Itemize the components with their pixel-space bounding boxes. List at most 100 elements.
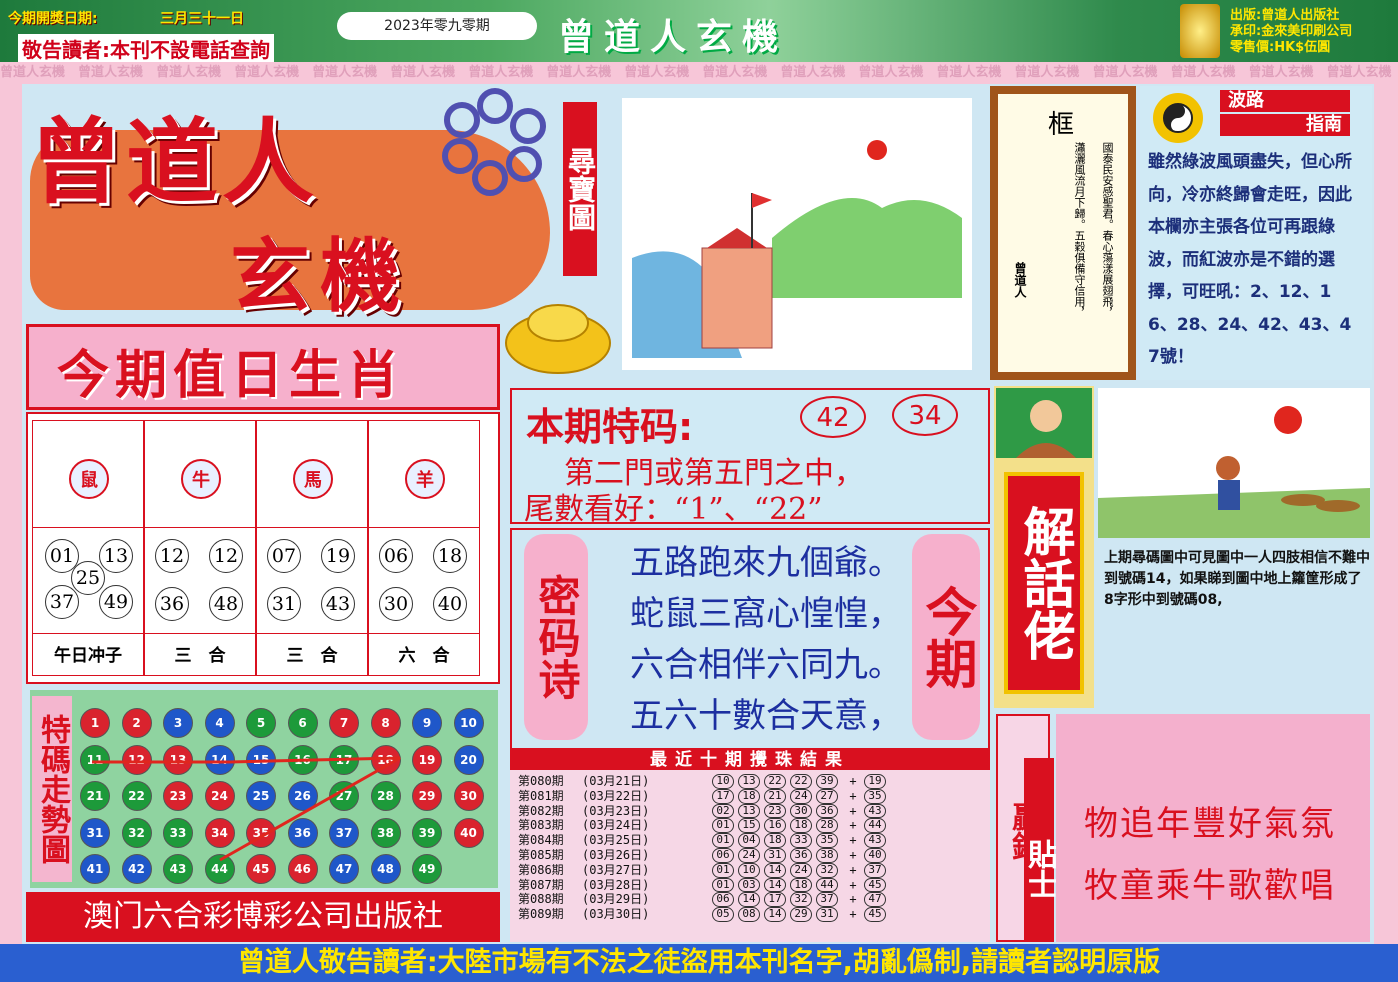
zodiac-number: 13 — [99, 539, 133, 573]
result-number: 18 — [790, 818, 812, 834]
result-number: 15 — [738, 818, 760, 834]
result-number: 24 — [790, 788, 812, 804]
result-number: 32 — [790, 892, 812, 908]
trend-ball: 4 — [204, 708, 235, 738]
result-date: (03月21日) — [582, 774, 650, 788]
money-panel: 物追年豐好氣氛 牧童乘牛歌歡唱 — [1056, 714, 1370, 942]
zodiac-title: 今期值日生肖 — [57, 346, 406, 406]
poem-left-tag: 密码诗 — [524, 534, 588, 740]
poem-right-tag: 今期 — [912, 534, 980, 740]
result-date: (03月30日) — [582, 907, 650, 922]
zodiac-note: 三 合 — [286, 646, 338, 666]
result-special: 44 — [864, 818, 886, 834]
result-number: 05 — [712, 907, 734, 922]
result-special: 43 — [864, 803, 886, 819]
results-row: 第082期 (03月23日) 02 13 23 30 36 +43 — [518, 803, 988, 819]
wave-text: 雖然綠波風頭盡失，但心所向，冷亦終歸會走旺，因此本欄亦主張各位可再跟綠波，而紅波… — [1148, 152, 1352, 367]
logo-line1: 曾道人 — [30, 108, 319, 216]
special-line-2: 尾數看好：“1”、“22” — [524, 492, 823, 527]
result-special: 45 — [864, 907, 886, 922]
issue-number: 2023年零九零期 — [337, 12, 537, 40]
trend-ball: 2 — [121, 708, 152, 738]
zodiac-number: 19 — [321, 539, 355, 573]
result-number: 29 — [790, 907, 812, 922]
wave-title-1: 波路 — [1220, 90, 1350, 112]
poem-line: 五路跑來九個爺。 — [630, 543, 902, 583]
result-special: 37 — [864, 862, 886, 878]
explain-tag: 解話佬 — [1004, 472, 1084, 694]
result-number: 14 — [738, 892, 760, 908]
result-number: 38 — [816, 847, 838, 863]
zodiac-note: 三 合 — [174, 646, 226, 666]
border-left — [0, 84, 22, 944]
zodiac-title-box: 今期值日生肖 — [26, 324, 500, 410]
plaque-poem-2: 瀟灑風流月下歸。五穀俱備守信用， — [1073, 142, 1086, 318]
bagua-icon — [1153, 93, 1203, 143]
money-line-1: 物追年豐好氣氛 — [1084, 804, 1336, 844]
poem-lines: 五路跑來九個爺。 蛇鼠三窩心惶惶， 六合相伴六同九。 五六十數合天意， — [630, 538, 902, 742]
result-number: 04 — [738, 833, 760, 848]
sage-figure-icon — [996, 388, 1092, 458]
coin-ring-icon — [442, 88, 546, 196]
trend-ball: 40 — [453, 817, 484, 848]
result-number: 18 — [764, 833, 786, 848]
result-number: 36 — [816, 803, 838, 819]
results-row: 第084期 (03月25日) 01 04 18 33 35 +43 — [518, 833, 988, 848]
result-number: 32 — [816, 862, 838, 878]
poem-line: 五六十數合天意， — [630, 696, 902, 736]
result-date: (03月24日) — [582, 818, 650, 833]
result-period: 第083期 — [518, 818, 564, 833]
result-period: 第087期 — [518, 877, 564, 892]
result-number: 01 — [712, 818, 734, 834]
result-number: 01 — [712, 833, 734, 848]
money-tag-2: 貼士 — [1022, 758, 1057, 942]
zodiac-number: 25 — [71, 561, 105, 595]
zodiac-column: 馬 三 合 07 19 31 43 — [256, 420, 368, 676]
plaque-poem-1: 國泰民安感聖君。春心蕩漾展翅飛， — [1101, 142, 1114, 318]
result-number: 06 — [712, 892, 734, 908]
border-top: 曾道人玄機 曾道人玄機 曾道人玄機 曾道人玄機 曾道人玄機 曾道人玄機 曾道人玄… — [0, 62, 1398, 84]
trend-ball: 5 — [246, 708, 276, 738]
result-period: 第081期 — [518, 788, 564, 803]
results-row: 第087期 (03月28日) 01 03 14 18 44 +45 — [518, 877, 988, 893]
zodiac-number: 49 — [99, 585, 133, 619]
zodiac-column: 羊 六 合 06 18 30 40 — [368, 420, 480, 676]
result-number: 10 — [738, 862, 760, 878]
results-row: 第080期 (03月21日) 10 13 22 22 39 +19 — [518, 774, 988, 789]
result-number: 39 — [816, 774, 838, 789]
open-date: 三月三十一日 — [160, 11, 244, 27]
plaque-signature: 曾道人 — [1013, 262, 1027, 298]
result-date: (03月23日) — [582, 803, 650, 818]
result-number: 31 — [816, 907, 838, 922]
result-date: (03月29日) — [582, 892, 650, 907]
result-date: (03月28日) — [582, 877, 650, 892]
poem-line: 六合相伴六同九。 — [630, 645, 902, 685]
result-date: (03月22日) — [582, 788, 650, 803]
result-special: 40 — [864, 847, 886, 863]
results-table: 第080期 (03月21日) 10 13 22 22 39 +19 第081期 (03月22日… — [518, 774, 988, 922]
explain-text: 上期尋碼圖中可見圖中一人四肢相信不難中到號碼14，如果睇到圖中地上籮筐形成了8字… — [1104, 550, 1370, 608]
result-number: 22 — [764, 774, 786, 789]
result-period: 第086期 — [518, 862, 564, 877]
zodiac-number: 30 — [379, 587, 413, 621]
results-row: 第088期 (03月29日) 06 14 17 32 37 +47 — [518, 892, 988, 908]
zodiac-number: 31 — [267, 587, 301, 621]
trend-ball: 20 — [453, 744, 484, 775]
result-number: 06 — [712, 847, 734, 863]
result-number: 37 — [816, 892, 838, 908]
result-number: 24 — [790, 862, 812, 878]
result-number: 18 — [790, 877, 812, 893]
result-date: (03月27日) — [582, 862, 650, 877]
explain-picture — [1098, 388, 1370, 538]
trend-line — [92, 756, 401, 862]
result-number: 23 — [764, 803, 786, 819]
zodiac-number: 06 — [379, 539, 413, 573]
result-number: 28 — [816, 818, 838, 834]
treasure-picture — [622, 98, 972, 370]
result-period: 第080期 — [518, 774, 564, 788]
result-number: 31 — [764, 847, 786, 863]
dragon-emblem-icon — [1180, 4, 1220, 58]
results-row: 第083期 (03月24日) 01 15 16 18 28 +44 — [518, 818, 988, 834]
trend-ball: 3 — [163, 708, 193, 738]
result-special: 19 — [864, 774, 886, 789]
